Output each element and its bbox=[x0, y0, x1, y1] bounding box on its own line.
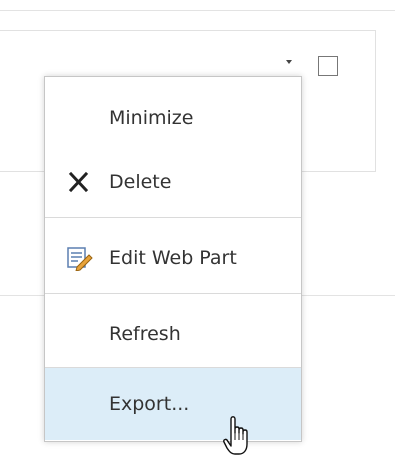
menu-item-delete[interactable]: Delete bbox=[45, 147, 301, 217]
menu-item-label: Edit Web Part bbox=[109, 247, 237, 269]
menu-item-label: Delete bbox=[109, 171, 172, 193]
top-divider bbox=[0, 10, 395, 11]
edit-document-icon bbox=[65, 245, 93, 272]
menu-item-refresh[interactable]: Refresh bbox=[45, 299, 301, 369]
menu-item-minimize[interactable]: Minimize bbox=[45, 83, 301, 153]
menu-separator bbox=[45, 217, 301, 218]
page: Minimize Delete Edit Web Part Refresh Ex… bbox=[0, 0, 395, 464]
close-x-icon bbox=[65, 169, 93, 195]
web-part-menu-dropdown-icon[interactable] bbox=[286, 60, 292, 64]
menu-item-export[interactable]: Export... bbox=[45, 368, 301, 440]
menu-item-label: Refresh bbox=[109, 323, 181, 345]
web-part-select-checkbox[interactable] bbox=[318, 56, 338, 76]
web-part-context-menu: Minimize Delete Edit Web Part Refresh Ex… bbox=[44, 76, 302, 442]
menu-item-edit-web-part[interactable]: Edit Web Part bbox=[45, 223, 301, 293]
menu-item-label: Minimize bbox=[109, 107, 194, 129]
menu-item-label: Export... bbox=[109, 393, 190, 415]
menu-separator bbox=[45, 293, 301, 294]
hand-pointer-cursor-icon bbox=[222, 416, 254, 460]
